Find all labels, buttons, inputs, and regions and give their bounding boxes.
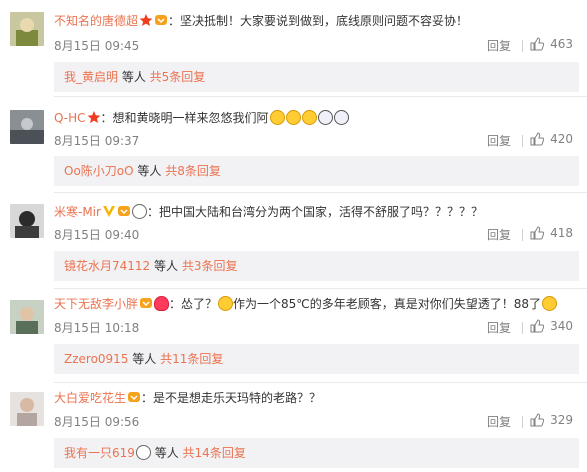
thumbs-up-icon [530, 132, 545, 146]
sub-replies-box[interactable]: 我_黄启明 等人 共5条回复 [54, 62, 579, 92]
thumbs-up-icon [530, 37, 545, 51]
sub-reply-text: 等人 [133, 164, 166, 178]
divider [54, 382, 587, 383]
comment-time: 8月15日 09:40 [54, 228, 140, 242]
avatar[interactable] [10, 300, 44, 334]
sub-reply-text: 等人 [128, 352, 161, 366]
username-link[interactable]: 米寒-Mir [54, 205, 101, 219]
like-count: 329 [550, 413, 573, 427]
heart-emoji-icon [154, 296, 170, 311]
sub-reply-text: 等人 [150, 259, 182, 273]
avatar[interactable] [10, 110, 44, 144]
sub-reply-count-link[interactable]: 共5条回复 [150, 70, 206, 84]
like-button[interactable]: 340 [530, 319, 573, 333]
verified-v-icon [102, 204, 116, 218]
sub-reply-count-link[interactable]: 共11条回复 [160, 352, 223, 366]
sub-reply-user-link[interactable]: 我有一只619 [64, 446, 135, 460]
comment-line: 米寒-Mir ：把中国大陆和台湾分为两个国家，活得不舒服了吗？？？？？ [54, 204, 577, 220]
username-link[interactable]: 天下无敌李小胖 [54, 297, 138, 311]
avatar[interactable] [10, 12, 44, 46]
comment-line: 不知名的唐德超 ：坚决抵制！大家要说到做到，底线原则问题不容妥协！ [54, 13, 577, 29]
comment-line: Q-HC ：想和黄晓明一样来忽悠我们阿 [54, 110, 577, 126]
sub-reply-user-link[interactable]: 镜花水月74112 [64, 259, 150, 273]
like-button[interactable]: 463 [530, 37, 573, 51]
like-count: 418 [550, 226, 573, 240]
divider [54, 96, 587, 97]
reply-button[interactable]: 回复 [487, 226, 511, 243]
thinking-emoji-icon [542, 296, 558, 311]
comment-time: 8月15日 09:45 [54, 39, 140, 53]
vip-star-icon [139, 13, 153, 27]
comment-text: ：怂了？ [169, 297, 218, 311]
separator [522, 135, 523, 147]
member-badge-icon [117, 204, 131, 218]
thumbs-up-icon [530, 226, 545, 240]
username-link[interactable]: 不知名的唐德超 [54, 14, 138, 28]
separator [522, 416, 523, 428]
comment-time: 8月15日 09:37 [54, 134, 140, 148]
divider [54, 288, 587, 289]
reply-button[interactable]: 回复 [487, 132, 511, 149]
like-button[interactable]: 329 [530, 413, 573, 427]
comment-text: ：把中国大陆和台湾分为两个国家，活得不舒服了吗？？？？？ [146, 205, 483, 219]
comment-time: 8月15日 09:56 [54, 415, 140, 429]
sub-reply-text: 等人 [150, 446, 183, 460]
like-count: 420 [550, 132, 573, 146]
avatar[interactable] [10, 392, 44, 426]
thumbs-up-icon [530, 319, 545, 333]
sub-reply-count-link[interactable]: 共14条回复 [183, 446, 246, 460]
skull-emoji-icon [333, 110, 349, 125]
separator [522, 229, 523, 241]
panda-emoji-icon [131, 204, 147, 219]
thumbs-up-icon [530, 413, 545, 427]
sub-replies-box[interactable]: 我有一只619 等人 共14条回复 [54, 438, 579, 468]
sub-reply-user-link[interactable]: 我_黄启明 [64, 70, 118, 84]
like-button[interactable]: 420 [530, 132, 573, 146]
sub-reply-user-link[interactable]: Zzero0915 [64, 352, 128, 366]
thinking-emoji-icon [218, 296, 234, 311]
like-count: 340 [550, 319, 573, 333]
comment-text: ：是不是想走乐天玛特的老路？？ [141, 391, 322, 405]
comment-line: 大白爱吃花生 ：是不是想走乐天玛特的老路？？ [54, 390, 577, 406]
username-link[interactable]: 大白爱吃花生 [54, 391, 126, 405]
member-badge-icon [127, 390, 141, 404]
comment-line: 天下无敌李小胖 ：怂了？ 作为一个85℃的多年老顾客，真是对你们失望透了！88了 [54, 296, 577, 312]
like-button[interactable]: 418 [530, 226, 573, 240]
comment-text: 作为一个85℃的多年老顾客，真是对你们失望透了！88了 [233, 297, 542, 311]
avatar[interactable] [10, 204, 44, 238]
sub-replies-box[interactable]: 镜花水月74112 等人 共3条回复 [54, 251, 579, 281]
laughing-emoji-icon [269, 110, 285, 125]
separator [522, 322, 523, 334]
username-link[interactable]: Q-HC [54, 111, 86, 125]
comment-text: ：想和黄晓明一样来忽悠我们阿 [100, 111, 269, 125]
sub-reply-text: 等人 [118, 70, 150, 84]
skull-emoji-icon [317, 110, 333, 125]
panda-emoji-icon [135, 445, 151, 460]
sub-reply-count-link[interactable]: 共3条回复 [182, 259, 238, 273]
laughing-emoji-icon [301, 110, 317, 125]
sub-replies-box[interactable]: Zzero0915 等人 共11条回复 [54, 344, 579, 374]
reply-button[interactable]: 回复 [487, 37, 511, 54]
vip-star-icon [87, 110, 101, 124]
sub-reply-count-link[interactable]: 共8条回复 [165, 164, 221, 178]
comment-time: 8月15日 10:18 [54, 321, 140, 335]
member-badge-icon [139, 296, 153, 310]
comment-text: ：坚决抵制！大家要说到做到，底线原则问题不容妥协！ [168, 14, 469, 28]
sub-reply-user-link[interactable]: Oo陈小刀oO [64, 164, 134, 178]
separator [522, 40, 523, 52]
laughing-emoji-icon [285, 110, 301, 125]
reply-button[interactable]: 回复 [487, 319, 511, 336]
like-count: 463 [550, 37, 573, 51]
member-badge-icon [154, 13, 168, 27]
divider [54, 192, 587, 193]
sub-replies-box[interactable]: Oo陈小刀oO 等人 共8条回复 [54, 156, 579, 186]
reply-button[interactable]: 回复 [487, 413, 511, 430]
